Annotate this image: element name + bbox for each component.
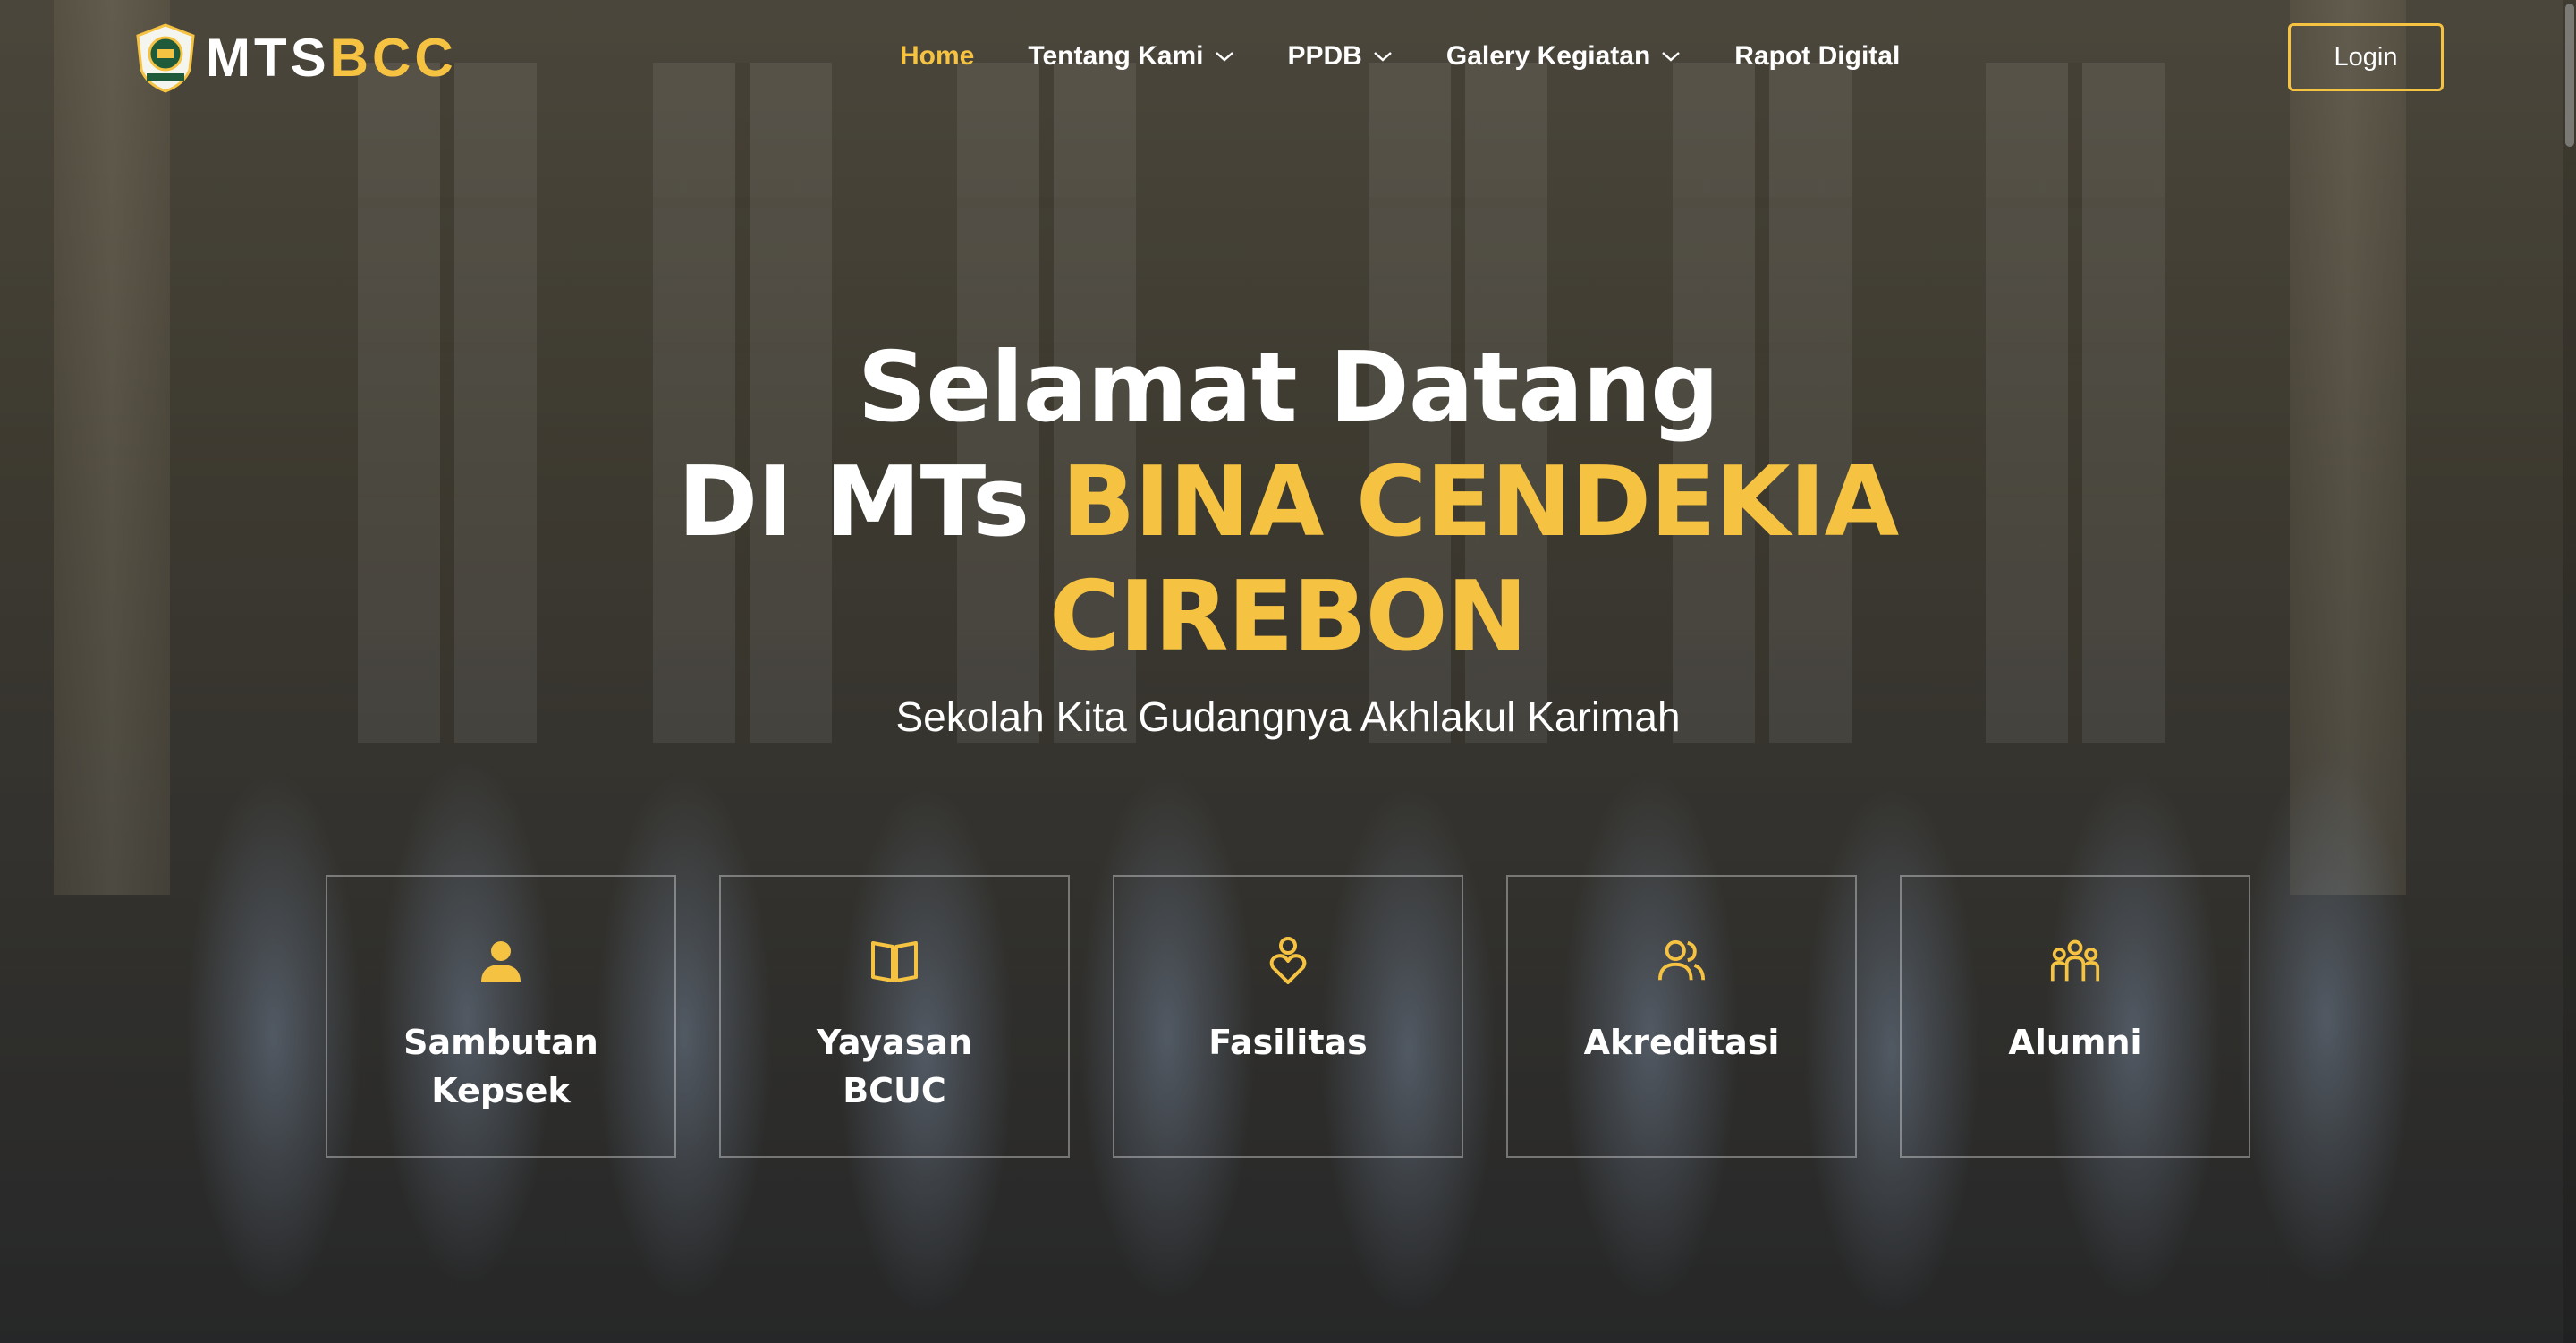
login-button[interactable]: Login xyxy=(2288,23,2444,91)
logo-text-bcc: BCC xyxy=(329,28,457,88)
site-header: MTSBCC Home Tentang Kami PPDB Galery Keg… xyxy=(0,0,2576,116)
hero-title-city: CIREBON xyxy=(1049,561,1528,673)
site-logo-text: MTSBCC xyxy=(206,31,457,85)
feature-label: Akreditasi xyxy=(1583,1023,1780,1062)
hero-title-line-3: CIREBON xyxy=(0,560,2576,675)
main-nav: Home Tentang Kami PPDB Galery Kegiatan R… xyxy=(900,41,1953,72)
hero-title-prefix: DI MTs xyxy=(677,446,1062,558)
logo-text-mts: MTS xyxy=(206,28,330,88)
feature-box-fasilitas[interactable]: Fasilitas xyxy=(1113,875,1463,1158)
nav-item-label: Home xyxy=(900,41,975,71)
hero-subtitle: Sekolah Kita Gudangnya Akhlakul Karimah xyxy=(895,693,1681,740)
nav-item-label: PPDB xyxy=(1287,41,1362,71)
nav-item-label: Rapot Digital xyxy=(1734,41,1901,71)
nav-item-tentang-kami[interactable]: Tentang Kami xyxy=(1028,41,1233,72)
hero-title-line-1: Selamat Datang xyxy=(857,332,1720,444)
group-icon xyxy=(2050,936,2100,986)
feature-label: Yayasan BCUC xyxy=(816,1023,973,1110)
page-scrollbar[interactable] xyxy=(2563,0,2576,1343)
feature-label: Sambutan Kepsek xyxy=(403,1023,598,1110)
feature-box-yayasan-bcuc[interactable]: Yayasan BCUC xyxy=(719,875,1070,1158)
school-badge-icon xyxy=(134,23,197,93)
feature-boxes: Sambutan Kepsek Yayasan BCUC Fasilitas A… xyxy=(326,875,2250,1158)
person-icon xyxy=(476,936,526,986)
feature-box-akreditasi[interactable]: Akreditasi xyxy=(1506,875,1857,1158)
page: MTSBCC Home Tentang Kami PPDB Galery Keg… xyxy=(0,0,2576,1343)
feature-box-sambutan-kepsek[interactable]: Sambutan Kepsek xyxy=(326,875,676,1158)
nav-item-label: Tentang Kami xyxy=(1028,41,1204,71)
feature-label: Alumni xyxy=(2008,1023,2142,1062)
hero-heading: Selamat Datang DI MTs BINA CENDEKIA CIRE… xyxy=(0,331,2576,675)
site-logo[interactable]: MTSBCC xyxy=(134,23,457,93)
scrollbar-thumb[interactable] xyxy=(2565,4,2574,147)
hero-title-school-name: BINA CENDEKIA xyxy=(1061,446,1899,558)
nav-item-ppdb[interactable]: PPDB xyxy=(1288,41,1393,72)
hero-title-line-2: DI MTs BINA CENDEKIA xyxy=(0,446,2576,560)
nav-item-home[interactable]: Home xyxy=(900,41,974,72)
people-icon xyxy=(1657,936,1707,986)
nav-item-label: Galery Kegiatan xyxy=(1445,41,1651,71)
nav-item-rapot-digital[interactable]: Rapot Digital xyxy=(1734,41,1900,72)
heart-person-icon xyxy=(1263,936,1313,986)
open-book-icon xyxy=(869,936,919,986)
chevron-down-icon xyxy=(1215,52,1233,62)
chevron-down-icon xyxy=(1662,52,1681,62)
nav-item-galery-kegiatan[interactable]: Galery Kegiatan xyxy=(1446,41,1681,72)
feature-label: Fasilitas xyxy=(1208,1023,1368,1062)
feature-box-alumni[interactable]: Alumni xyxy=(1900,875,2250,1158)
chevron-down-icon xyxy=(1374,52,1392,62)
